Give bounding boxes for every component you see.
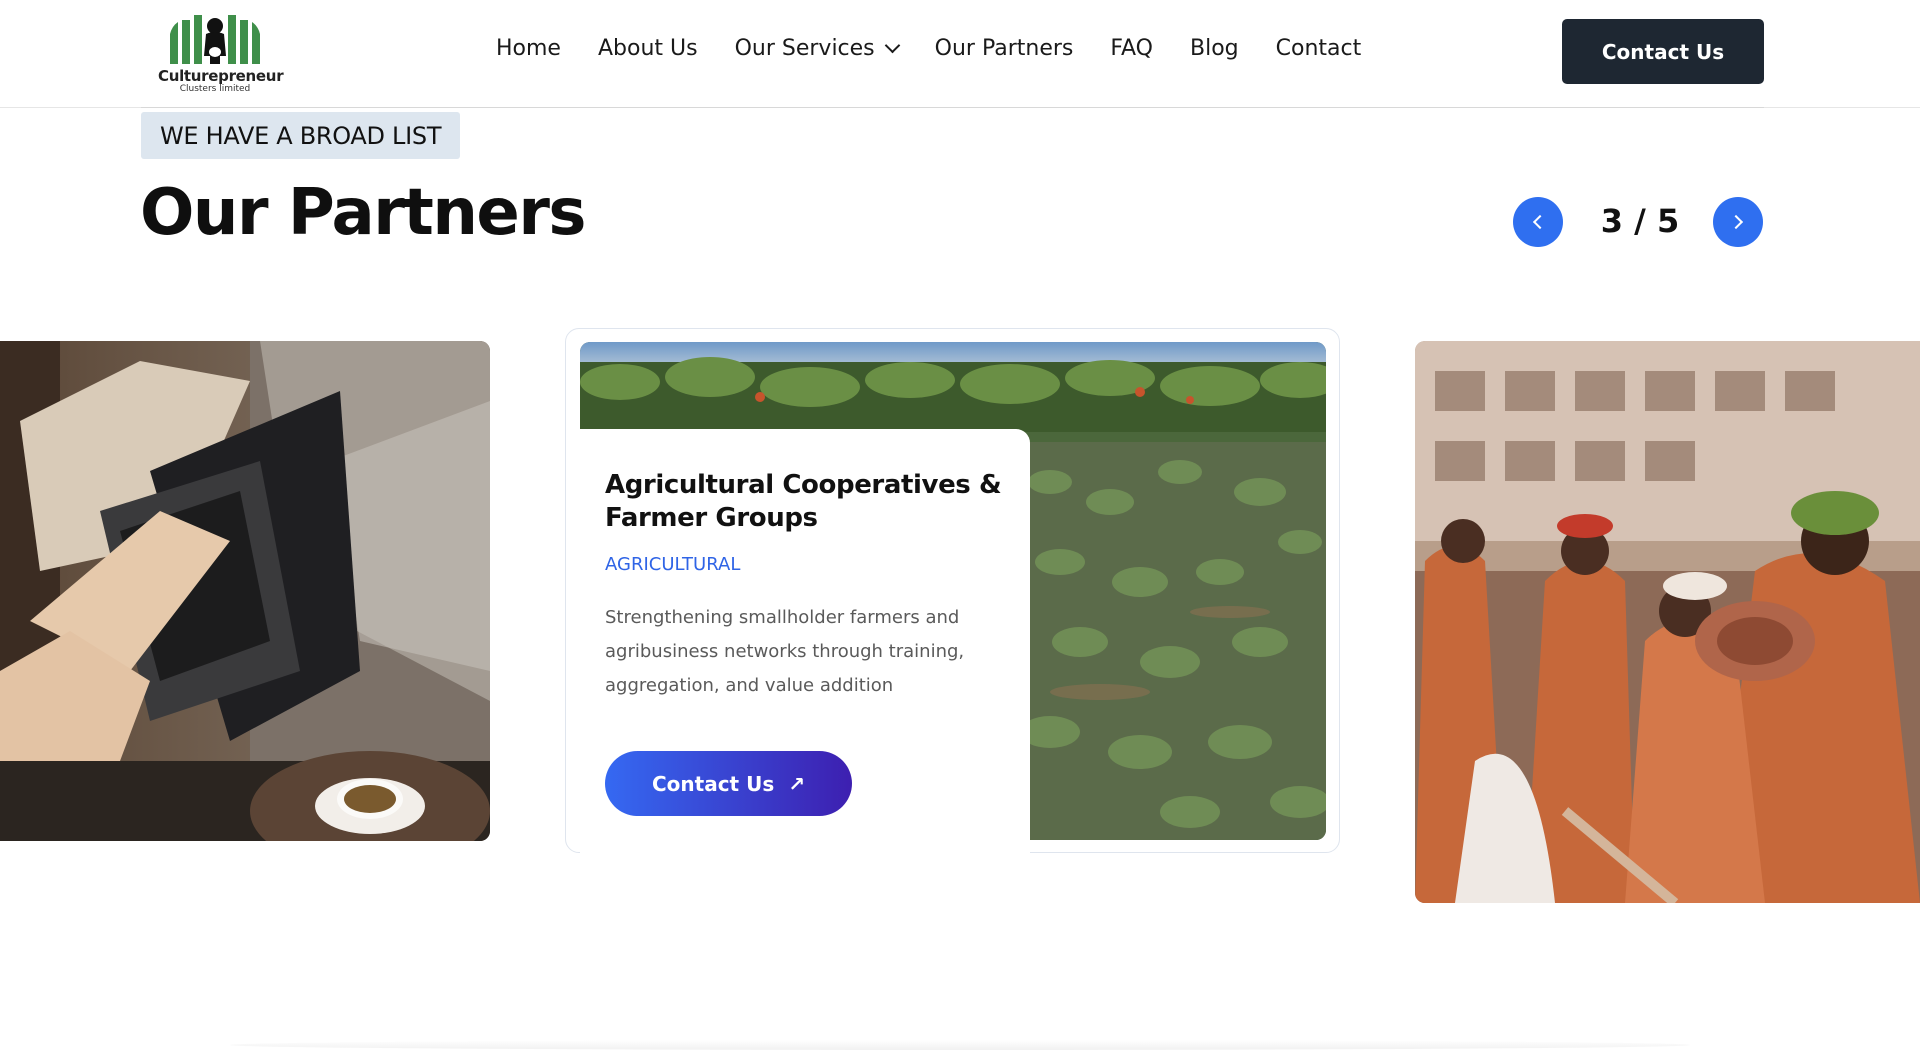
header-divider bbox=[141, 107, 1764, 108]
partner-card-contact-label: Contact Us bbox=[651, 771, 775, 796]
nav-blog[interactable]: Blog bbox=[1190, 36, 1239, 61]
partner-card-content: Agricultural Cooperatives & Farmer Group… bbox=[580, 429, 1030, 854]
nav-faq[interactable]: FAQ bbox=[1110, 36, 1153, 61]
partner-card-contact-button[interactable]: Contact Us ↗ bbox=[605, 751, 852, 816]
nav-our-services-label: Our Services bbox=[734, 36, 875, 61]
logo-subtitle: Clusters limited bbox=[179, 84, 251, 94]
arrow-up-right-icon: ↗ bbox=[788, 771, 805, 796]
partner-card-active: Agricultural Cooperatives & Farmer Group… bbox=[565, 328, 1340, 854]
chevron-left-icon bbox=[1532, 214, 1548, 230]
partner-card-previous[interactable] bbox=[0, 341, 490, 841]
chevron-right-icon bbox=[1728, 214, 1744, 230]
section-title: Our Partners bbox=[140, 176, 586, 250]
partner-card-category: AGRICULTURAL bbox=[605, 554, 741, 575]
partner-card-description: Strengthening smallholder farmers and ag… bbox=[605, 607, 965, 696]
nav-our-partners[interactable]: Our Partners bbox=[935, 36, 1074, 61]
logo-mark-icon bbox=[170, 15, 260, 64]
partner-card-title: Agricultural Cooperatives & Farmer Group… bbox=[605, 470, 1002, 533]
main-nav: Home About Us Our Services Our Partners … bbox=[496, 36, 1361, 61]
nav-about-us[interactable]: About Us bbox=[598, 36, 698, 61]
laptop-coffee-photo bbox=[0, 341, 490, 841]
chevron-down-icon bbox=[884, 37, 900, 54]
site-header: Culturepreneur Clusters limited Home Abo… bbox=[0, 0, 1920, 108]
carousel-page-indicator: 3 / 5 bbox=[1600, 202, 1680, 240]
carousel-prev-button[interactable] bbox=[1513, 197, 1563, 247]
section-divider-shadow bbox=[230, 1040, 1690, 1050]
logo[interactable]: Culturepreneur Clusters limited bbox=[158, 12, 284, 98]
cultural-performers-photo bbox=[1415, 341, 1920, 903]
partner-card-next[interactable] bbox=[1415, 341, 1920, 903]
nav-home[interactable]: Home bbox=[496, 36, 561, 61]
carousel-next-button[interactable] bbox=[1713, 197, 1763, 247]
nav-our-services[interactable]: Our Services bbox=[734, 36, 900, 61]
header-contact-us-button[interactable]: Contact Us bbox=[1562, 19, 1764, 84]
logo-name: Culturepreneur bbox=[158, 67, 284, 85]
nav-contact[interactable]: Contact bbox=[1276, 36, 1362, 61]
section-badge: WE HAVE A BROAD LIST bbox=[141, 112, 461, 159]
